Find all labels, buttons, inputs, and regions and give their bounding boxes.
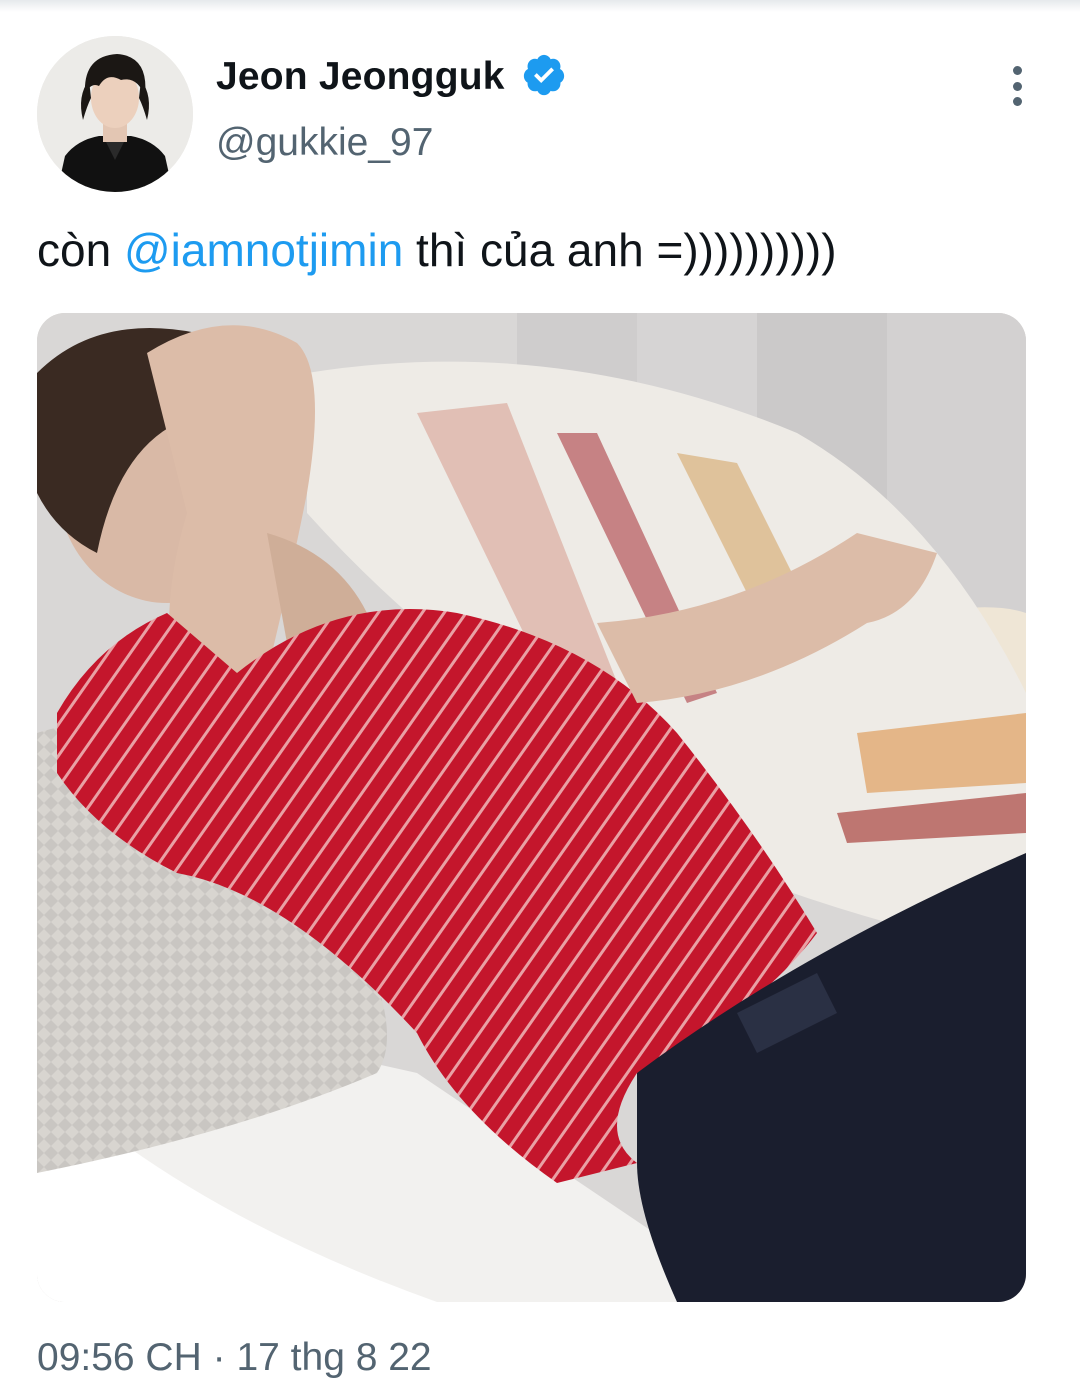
tweet-photo[interactable]: [37, 313, 1026, 1302]
verified-badge-icon: [523, 54, 565, 96]
display-name[interactable]: Jeon Jeongguk: [216, 55, 505, 99]
user-handle[interactable]: @gukkie_97: [216, 121, 433, 165]
tweet-text: còn @iamnotjimin thì của anh =)))))))))): [37, 222, 837, 278]
mention-link[interactable]: @iamnotjimin: [124, 224, 403, 276]
more-options-icon[interactable]: [1000, 62, 1034, 110]
tweet-timestamp[interactable]: 09:56 CH · 17 thg 8 22: [37, 1336, 432, 1380]
tweet-date: 17 thg 8 22: [236, 1336, 432, 1379]
more-dot: [1012, 66, 1022, 75]
more-dot: [1012, 81, 1022, 91]
top-divider: [0, 0, 1080, 12]
tweet-time: 09:56 CH: [37, 1336, 202, 1379]
more-dot: [1012, 97, 1022, 106]
avatar[interactable]: [37, 36, 193, 192]
tweet-text-suffix: thì của anh =)))))))))): [403, 224, 837, 276]
tweet-text-prefix: còn: [37, 224, 124, 276]
timestamp-separator: ·: [212, 1336, 226, 1379]
